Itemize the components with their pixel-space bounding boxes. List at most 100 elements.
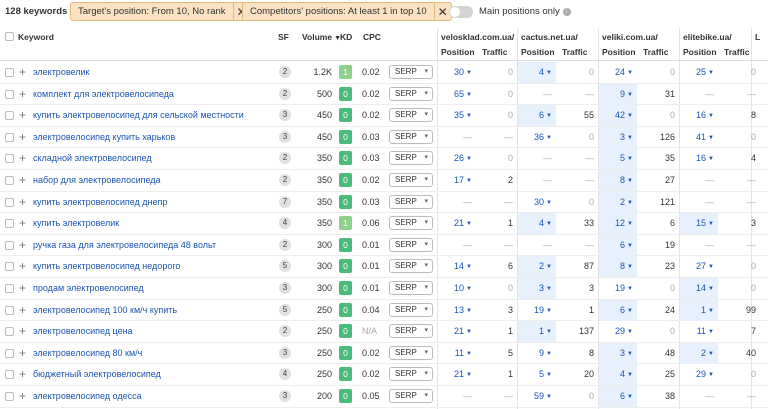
caret-down-icon[interactable]: ▼ xyxy=(546,264,552,270)
add-icon[interactable]: + xyxy=(19,87,26,101)
col-position[interactable]: Position xyxy=(441,47,475,57)
table-row[interactable]: + купить электровелосипед недорого 5 300 0 0.… xyxy=(0,256,768,278)
add-icon[interactable]: + xyxy=(19,389,26,403)
sf-badge[interactable]: 3 xyxy=(279,130,291,143)
position-value[interactable]: 59 ▼ xyxy=(519,391,552,401)
col-cpc[interactable]: CPC xyxy=(363,32,381,42)
caret-down-icon[interactable]: ▼ xyxy=(627,243,633,249)
table-row[interactable]: + бюджетный электровелосипед 4 250 0 0.02 SERP… xyxy=(0,364,768,386)
col-sf[interactable]: SF xyxy=(278,32,289,42)
sf-badge[interactable]: 2 xyxy=(279,87,291,100)
caret-down-icon[interactable]: ▼ xyxy=(466,308,472,314)
serp-dropdown[interactable]: SERP ▾ xyxy=(389,86,433,101)
serp-dropdown[interactable]: SERP ▾ xyxy=(389,302,433,317)
position-value[interactable]: 9 ▼ xyxy=(519,348,552,358)
caret-down-icon[interactable]: ▼ xyxy=(466,70,472,76)
sf-badge[interactable]: 2 xyxy=(279,174,291,186)
caret-down-icon[interactable]: ▼ xyxy=(627,394,633,400)
table-row[interactable]: + электровелик 2 1.2K 1 0.02 SERP ▾ 30 ▼ 0 4 ▼ 0 24 ▼ 0 2… xyxy=(0,62,768,84)
add-icon[interactable]: + xyxy=(19,195,26,209)
keyword-link[interactable]: купить электровелосипед для сельской мес… xyxy=(33,110,244,120)
row-checkbox[interactable] xyxy=(5,197,14,207)
sf-badge[interactable]: 2 xyxy=(279,238,291,251)
caret-down-icon[interactable]: ▼ xyxy=(546,394,552,400)
serp-dropdown[interactable]: SERP ▾ xyxy=(389,281,433,295)
caret-down-icon[interactable]: ▼ xyxy=(708,221,714,227)
keyword-link[interactable]: продам электровелосипед xyxy=(33,283,144,293)
keyword-link[interactable]: набор для электровелосипеда xyxy=(33,175,161,185)
col-traffic[interactable]: Traffic xyxy=(482,47,508,57)
row-checkbox[interactable] xyxy=(5,176,14,185)
table-row[interactable]: + набор для электровелосипеда 2 350 0 0.02 SER… xyxy=(0,170,768,192)
table-row[interactable]: + продам электровелосипед 3 300 0 0.01 SERP ▾ 10… xyxy=(0,278,768,300)
position-value[interactable]: 1 ▼ xyxy=(681,305,714,315)
position-value[interactable]: 5 ▼ xyxy=(600,153,633,163)
caret-down-icon[interactable]: ▼ xyxy=(546,135,552,141)
position-value[interactable]: 11 ▼ xyxy=(439,348,472,358)
caret-down-icon[interactable]: ▼ xyxy=(708,156,714,162)
add-icon[interactable]: + xyxy=(19,130,26,144)
row-checkbox[interactable] xyxy=(5,348,14,358)
position-value[interactable]: 8 ▼ xyxy=(600,175,633,185)
position-value[interactable]: 6 ▼ xyxy=(600,305,633,315)
caret-down-icon[interactable]: ▼ xyxy=(627,70,633,76)
table-row[interactable]: + электровелосипед одесса 3 200 0 0.05 SERP ▾ — —… xyxy=(0,386,768,408)
serp-dropdown[interactable]: SERP ▾ xyxy=(389,65,433,79)
col-position[interactable]: Position xyxy=(602,47,636,57)
position-value[interactable]: 26 ▼ xyxy=(439,153,472,163)
keyword-link[interactable]: электровелосипед одесса xyxy=(33,391,142,401)
serp-dropdown[interactable]: SERP ▾ xyxy=(389,389,433,403)
serp-dropdown[interactable]: SERP ▾ xyxy=(389,173,433,187)
keyword-link[interactable]: ручка газа для электровелосипеда 48 воль… xyxy=(33,240,216,250)
caret-down-icon[interactable]: ▼ xyxy=(466,351,472,357)
table-row[interactable]: + электровелосипед купить харьков 3 450 0 0.0… xyxy=(0,126,768,149)
position-value[interactable]: 16 ▼ xyxy=(681,153,714,163)
serp-dropdown[interactable]: SERP ▾ xyxy=(389,367,433,382)
col-volume[interactable]: Volume ▼ xyxy=(302,32,341,42)
position-value[interactable]: 41 ▼ xyxy=(681,132,714,142)
keyword-link[interactable]: складной электровелосипед xyxy=(33,153,152,163)
position-value[interactable]: 30 ▼ xyxy=(439,67,472,77)
sf-badge[interactable]: 3 xyxy=(279,109,291,122)
caret-down-icon[interactable]: ▼ xyxy=(546,286,552,292)
table-row[interactable]: + электровелосипед 100 км/ч купить 5 250 0 0.… xyxy=(0,299,768,322)
col-competitor-3[interactable]: veliki.com.ua/ xyxy=(602,32,658,42)
col-competitor-4[interactable]: elitebike.ua/ xyxy=(683,32,732,42)
position-value[interactable]: 4 ▼ xyxy=(600,369,633,379)
position-value[interactable]: 21 ▼ xyxy=(439,326,472,336)
position-value[interactable]: 5 ▼ xyxy=(519,369,552,379)
row-checkbox[interactable] xyxy=(5,132,14,142)
sf-badge[interactable]: 4 xyxy=(279,368,291,381)
position-value[interactable]: 11 ▼ xyxy=(681,326,714,336)
caret-down-icon[interactable]: ▼ xyxy=(466,286,472,292)
caret-down-icon[interactable]: ▼ xyxy=(627,178,633,184)
sf-badge[interactable]: 5 xyxy=(279,260,291,273)
keyword-link[interactable]: электровелосипед 100 км/ч купить xyxy=(33,305,177,315)
select-all-checkbox[interactable] xyxy=(5,32,14,41)
add-icon[interactable]: + xyxy=(19,108,26,122)
table-row[interactable]: + электровелосипед 80 км/ч 3 250 0 0.02 SERP ▾ 1… xyxy=(0,342,768,365)
position-value[interactable]: 2 ▼ xyxy=(519,261,552,271)
serp-dropdown[interactable]: SERP ▾ xyxy=(389,237,433,252)
add-icon[interactable]: + xyxy=(19,238,26,252)
table-row[interactable]: + купить электровелосипед для сельской ме… xyxy=(0,105,768,127)
caret-down-icon[interactable]: ▼ xyxy=(708,329,714,335)
keyword-link[interactable]: электровелосипед 80 км/ч xyxy=(33,348,142,358)
sf-badge[interactable]: 2 xyxy=(279,325,291,338)
col-position[interactable]: Position xyxy=(521,47,555,57)
table-row[interactable]: + комплект для электровелосипеда 2 500 0 0.02… xyxy=(0,83,768,106)
add-icon[interactable]: + xyxy=(19,303,26,317)
caret-down-icon[interactable]: ▼ xyxy=(627,286,633,292)
position-value[interactable]: 24 ▼ xyxy=(600,67,633,77)
position-value[interactable]: 27 ▼ xyxy=(681,261,714,271)
col-keyword[interactable]: Keyword xyxy=(18,32,54,42)
serp-dropdown[interactable]: SERP ▾ xyxy=(389,324,433,339)
col-competitor-5[interactable]: L xyxy=(755,32,760,42)
position-value[interactable]: 15 ▼ xyxy=(681,218,714,228)
caret-down-icon[interactable]: ▼ xyxy=(708,113,714,119)
serp-dropdown[interactable]: SERP ▾ xyxy=(389,345,433,360)
position-value[interactable]: 14 ▼ xyxy=(439,261,472,271)
position-value[interactable]: 2 ▼ xyxy=(600,197,633,207)
row-checkbox[interactable] xyxy=(5,370,14,380)
table-row[interactable]: + ручка газа для электровелосипеда 48 вол… xyxy=(0,234,768,257)
